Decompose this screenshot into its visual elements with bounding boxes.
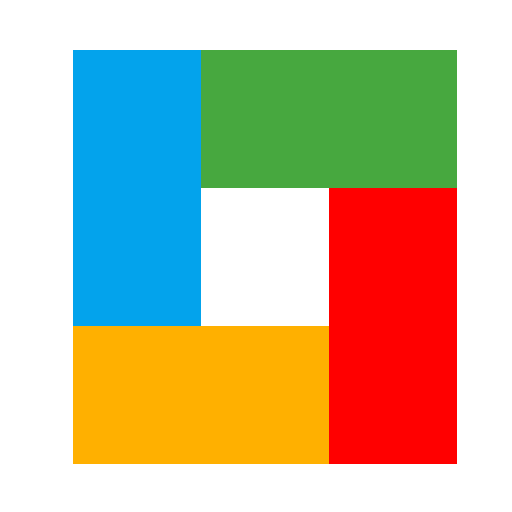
logo-red-block — [329, 188, 457, 464]
logo-green-block — [201, 50, 457, 188]
logo-blue-block — [73, 50, 201, 326]
logo-orange-block — [73, 326, 329, 464]
pinwheel-logo-icon — [73, 50, 457, 464]
app-icon-canvas — [0, 0, 512, 512]
